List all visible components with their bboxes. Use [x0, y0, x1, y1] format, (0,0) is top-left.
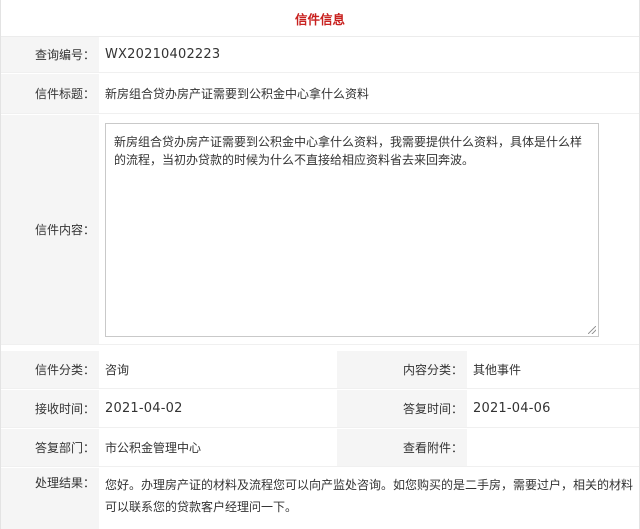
result-value: 您好。办理房产证的材料及流程您可以向产监处咨询。如您购买的是二手房，需要过户，相… [105, 478, 634, 514]
row-dates: 接收时间： 2021-04-02 答复时间： 2021-04-06 [1, 390, 639, 428]
content-category-value: 其他事件 [473, 363, 522, 377]
content-textarea[interactable]: 新房组合贷办房产证需要到公积金中心拿什么资料，我需要提供什么资料，具体是什么样的… [105, 123, 599, 337]
row-content: 信件内容： 新房组合贷办房产证需要到公积金中心拿什么资料，我需要提供什么资料，具… [1, 115, 639, 345]
result-label: 处理结果： [1, 468, 99, 529]
query-no-label: 查询编号： [1, 37, 99, 72]
replied-value: 2021-04-06 [473, 401, 551, 416]
department-value: 市公积金管理中心 [105, 441, 202, 455]
category-label: 信件分类： [1, 351, 99, 388]
query-no-value: WX20210402223 [105, 47, 221, 62]
row-department: 答复部门： 市公积金管理中心 查看附件： [1, 429, 639, 467]
content-category-label: 内容分类： [337, 351, 467, 388]
resize-handle[interactable] [588, 326, 596, 334]
row-result: 处理结果： 您好。办理房产证的材料及流程您可以向产监处咨询。如您购买的是二手房，… [1, 468, 639, 529]
subject-label: 信件标题： [1, 74, 99, 113]
row-query-no: 查询编号： WX20210402223 [1, 37, 639, 73]
replied-label: 答复时间： [337, 390, 467, 427]
content-label: 信件内容： [1, 115, 99, 344]
row-subject: 信件标题： 新房组合贷办房产证需要到公积金中心拿什么资料 [1, 74, 639, 114]
department-label: 答复部门： [1, 429, 99, 466]
received-label: 接收时间： [1, 390, 99, 427]
row-category: 信件分类： 咨询 内容分类： 其他事件 [1, 351, 639, 389]
subject-value: 新房组合贷办房产证需要到公积金中心拿什么资料 [105, 87, 370, 101]
received-value: 2021-04-02 [105, 401, 183, 416]
panel-title: 信件信息 [1, 0, 639, 37]
content-text: 新房组合贷办房产证需要到公积金中心拿什么资料，我需要提供什么资料，具体是什么样的… [114, 135, 583, 167]
letter-info-panel: 信件信息 查询编号： WX20210402223 信件标题： 新房组合贷办房产证… [0, 0, 640, 529]
attachments-label: 查看附件： [337, 429, 467, 466]
category-value: 咨询 [105, 363, 130, 377]
result-label-text: 处理结果： [34, 476, 95, 490]
